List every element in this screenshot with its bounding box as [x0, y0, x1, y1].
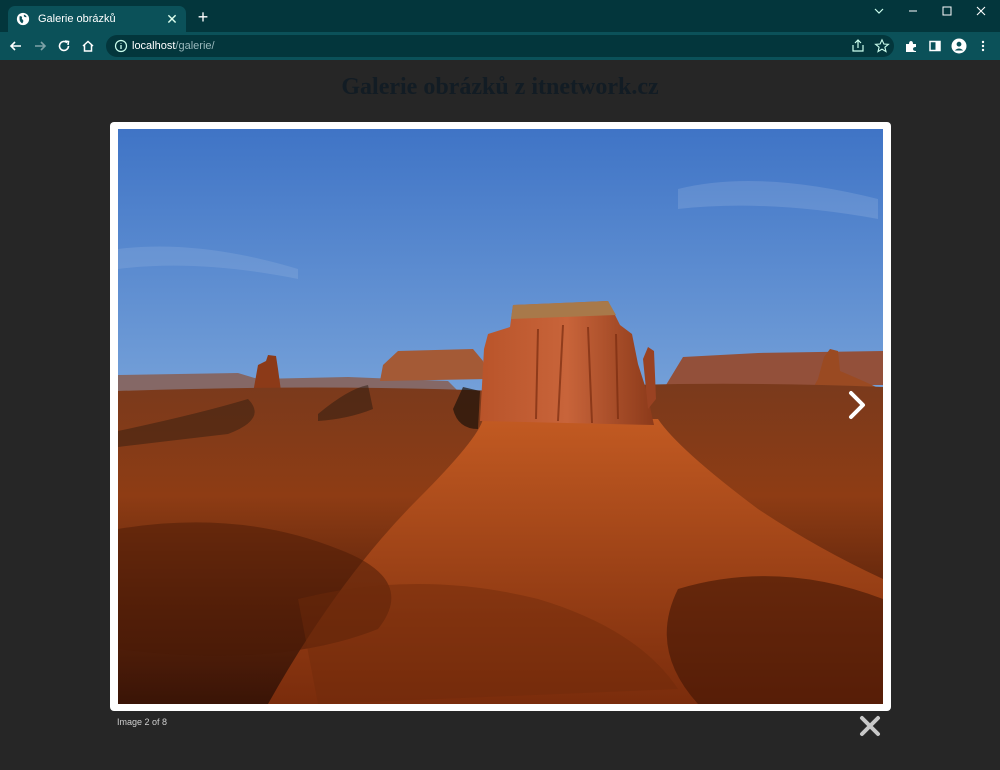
close-lightbox-button[interactable] [858, 714, 882, 738]
next-image-button[interactable] [840, 385, 874, 425]
side-panel-icon[interactable] [925, 36, 945, 56]
home-button[interactable] [78, 36, 98, 56]
url-path: /galerie/ [175, 40, 215, 52]
close-window-button[interactable] [964, 0, 998, 22]
page-title: Galerie obrázků z itnetwork.cz [341, 74, 659, 100]
image-counter: Image 2 of 8 [117, 717, 168, 727]
back-button[interactable] [6, 36, 26, 56]
forward-button[interactable] [30, 36, 50, 56]
reload-button[interactable] [54, 36, 74, 56]
close-icon [860, 716, 880, 736]
url-host: localhost [132, 40, 176, 52]
lightbox-frame [110, 122, 891, 711]
tab-search-chevron-icon[interactable] [862, 0, 896, 22]
browser-menu-icon[interactable] [973, 36, 993, 56]
minimize-button[interactable] [896, 0, 930, 22]
maximize-button[interactable] [930, 0, 964, 22]
profile-avatar-icon[interactable] [949, 36, 969, 56]
new-tab-button[interactable]: + [194, 8, 212, 26]
page-content: Galerie obrázků z itnetwork.cz Image 2 o… [0, 60, 1000, 770]
bookmark-star-icon[interactable] [874, 38, 890, 54]
tab-close-icon[interactable]: ✕ [164, 11, 180, 27]
extensions-puzzle-icon[interactable] [901, 36, 921, 56]
tab-title: Galerie obrázků [38, 13, 116, 25]
chevron-right-icon [849, 391, 865, 419]
address-bar[interactable]: localhost/galerie/ [106, 35, 894, 57]
lightbox-image[interactable] [118, 129, 883, 704]
share-icon[interactable] [850, 38, 866, 54]
url-text: localhost/galerie/ [132, 40, 215, 52]
browser-toolbar: localhost/galerie/ [0, 32, 1000, 60]
info-icon[interactable] [114, 39, 128, 53]
globe-icon [16, 12, 30, 26]
tab-strip: Galerie obrázků ✕ + [0, 0, 1000, 32]
browser-tab[interactable]: Galerie obrázků ✕ [8, 6, 186, 32]
